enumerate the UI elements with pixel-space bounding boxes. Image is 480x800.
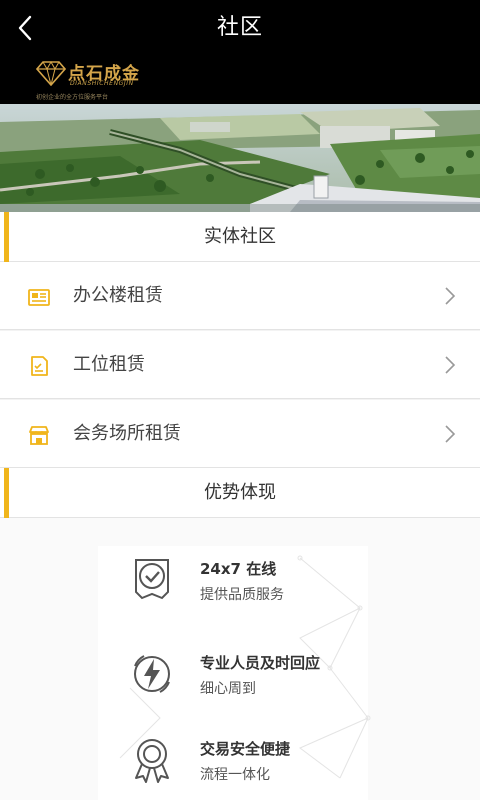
menu-item-label: 办公楼租赁 xyxy=(73,285,163,306)
meeting-venue-icon xyxy=(29,426,49,445)
chevron-right-icon xyxy=(445,356,456,374)
page-title: 社区 xyxy=(216,15,263,40)
chevron-right-icon xyxy=(445,425,456,443)
award-ribbon-icon xyxy=(135,739,169,783)
brand-pinyin: DIANSHICHENGJIN xyxy=(70,80,134,87)
menu-item-label: 工位租赁 xyxy=(73,354,145,375)
diamond-logo-icon xyxy=(36,60,66,86)
advantage-item: 交易安全便捷 流程一体化 xyxy=(126,734,386,794)
advantage-item: 专业人员及时回应 细心周到 xyxy=(126,648,386,708)
lightning-icon xyxy=(134,655,170,693)
section-title-advantages: 优势体现 xyxy=(204,482,276,503)
check-badge-icon xyxy=(135,559,169,600)
menu-item-label: 会务场所租赁 xyxy=(73,423,181,444)
advantage-desc: 提供品质服务 xyxy=(200,587,284,603)
chevron-right-icon xyxy=(445,287,456,305)
section-header-advantages: 优势体现 xyxy=(0,468,480,518)
advantage-title: 24x7 在线 xyxy=(200,560,277,578)
community-banner-image xyxy=(0,104,480,212)
office-building-icon xyxy=(28,289,50,306)
section-title-physical: 实体社区 xyxy=(204,226,276,247)
advantage-desc: 细心周到 xyxy=(200,681,256,697)
menu-item-meeting-venue-rental[interactable]: 会务场所租赁 xyxy=(0,400,480,468)
section-header-physical: 实体社区 xyxy=(0,212,480,262)
advantage-title: 专业人员及时回应 xyxy=(200,654,321,672)
workstation-icon xyxy=(31,356,48,376)
advantage-desc: 流程一体化 xyxy=(200,767,270,783)
menu-item-office-rental[interactable]: 办公楼租赁 xyxy=(0,262,480,330)
brand-header: 点石成金 DIANSHICHENGJIN 初创企业的全方位服务平台 xyxy=(0,56,480,104)
advantage-item: 24x7 在线 提供品质服务 xyxy=(126,554,386,614)
brand-tagline: 初创企业的全方位服务平台 xyxy=(36,94,109,101)
menu-item-workstation-rental[interactable]: 工位租赁 xyxy=(0,331,480,399)
top-navbar: 社区 xyxy=(0,0,480,56)
advantage-title: 交易安全便捷 xyxy=(200,740,291,758)
advantages-panel: 24x7 在线 提供品质服务 专业人员及时回应 细心周到 交易安全便捷 流程一体… xyxy=(0,518,480,800)
